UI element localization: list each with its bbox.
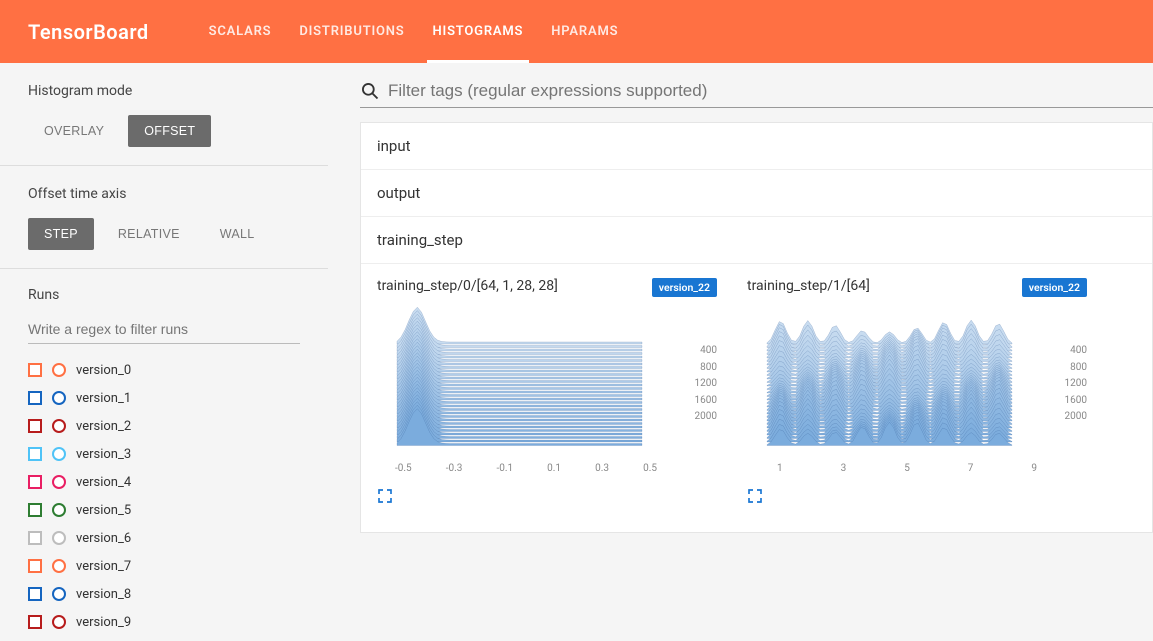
run-radio[interactable] <box>52 363 66 377</box>
run-name-label: version_5 <box>76 503 131 518</box>
run-item: version_5 <box>28 496 300 524</box>
run-checkbox[interactable] <box>28 531 42 545</box>
search-icon <box>360 81 380 101</box>
tab-hparams[interactable]: HPARAMS <box>551 0 618 63</box>
run-radio[interactable] <box>52 419 66 433</box>
run-radio[interactable] <box>52 475 66 489</box>
run-item: version_1 <box>28 384 300 412</box>
run-checkbox[interactable] <box>28 587 42 601</box>
histogram-mode-section: Histogram mode OVERLAY OFFSET <box>0 63 328 165</box>
fullscreen-icon <box>747 488 763 504</box>
run-checkbox[interactable] <box>28 503 42 517</box>
run-name-label: version_8 <box>76 587 131 602</box>
charts-row: training_step/0/[64, 1, 28, 28] version_… <box>361 264 1152 532</box>
run-name-label: version_9 <box>76 615 131 630</box>
run-radio[interactable] <box>52 559 66 573</box>
y-axis-labels: 400 800 1200 1600 2000 <box>667 344 717 424</box>
run-radio[interactable] <box>52 615 66 629</box>
offset-axis-section: Offset time axis STEP RELATIVE WALL <box>0 166 328 268</box>
run-radio[interactable] <box>52 391 66 405</box>
run-name-label: version_2 <box>76 419 131 434</box>
expand-chart-button[interactable] <box>377 488 717 508</box>
run-item: version_4 <box>28 468 300 496</box>
run-checkbox[interactable] <box>28 615 42 629</box>
run-checkbox[interactable] <box>28 475 42 489</box>
runs-filter-input[interactable] <box>28 315 300 344</box>
run-item: version_9 <box>28 608 300 636</box>
run-item: version_7 <box>28 552 300 580</box>
app-header: TensorBoard SCALARS DISTRIBUTIONS HISTOG… <box>0 0 1153 63</box>
runs-filter <box>28 315 300 344</box>
fullscreen-icon <box>377 488 393 504</box>
run-item: version_10 <box>28 636 300 641</box>
sidebar: Histogram mode OVERLAY OFFSET Offset tim… <box>0 63 328 641</box>
run-name-label: version_6 <box>76 531 131 546</box>
chart-card-0: training_step/0/[64, 1, 28, 28] version_… <box>377 278 717 508</box>
run-checkbox[interactable] <box>28 447 42 461</box>
run-checkbox[interactable] <box>28 363 42 377</box>
runs-label: Runs <box>0 269 328 315</box>
run-radio[interactable] <box>52 531 66 545</box>
histogram-plot-0: 400 800 1200 1600 2000 -0.5 -0.3 -0.1 0.… <box>377 304 717 474</box>
brand-logo: TensorBoard <box>28 20 149 44</box>
tag-filter-row <box>360 81 1153 108</box>
nav-tabs: SCALARS DISTRIBUTIONS HISTOGRAMS HPARAMS <box>209 0 619 63</box>
run-badge: version_22 <box>1022 278 1087 297</box>
offset-axis-label: Offset time axis <box>28 186 300 202</box>
tab-histograms[interactable]: HISTOGRAMS <box>433 0 524 63</box>
run-radio[interactable] <box>52 503 66 517</box>
run-checkbox[interactable] <box>28 559 42 573</box>
run-radio[interactable] <box>52 587 66 601</box>
wall-button[interactable]: WALL <box>204 218 271 250</box>
overlay-button[interactable]: OVERLAY <box>28 115 120 147</box>
run-name-label: version_0 <box>76 363 131 378</box>
relative-button[interactable]: RELATIVE <box>102 218 196 250</box>
x-axis-labels: 1 3 5 7 9 <box>777 463 1037 474</box>
run-list: version_0 version_1 version_2 version_3vers… <box>0 356 328 641</box>
run-checkbox[interactable] <box>28 391 42 405</box>
histogram-mode-label: Histogram mode <box>28 83 300 99</box>
histogram-plot-1: 400 800 1200 1600 2000 1 3 5 7 9 <box>747 304 1087 474</box>
sections-card: input output training_step training_step… <box>360 122 1153 533</box>
run-name-label: version_3 <box>76 447 131 462</box>
run-item: version_2 <box>28 412 300 440</box>
run-name-label: version_4 <box>76 475 131 490</box>
run-radio[interactable] <box>52 447 66 461</box>
offset-button[interactable]: OFFSET <box>128 115 211 147</box>
chart-card-1: training_step/1/[64] version_22 400 800 … <box>747 278 1087 508</box>
y-axis-labels: 400 800 1200 1600 2000 <box>1037 344 1087 424</box>
section-input[interactable]: input <box>361 123 1152 170</box>
tag-filter-input[interactable] <box>388 81 1153 101</box>
main-panel: input output training_step training_step… <box>328 63 1153 641</box>
step-button[interactable]: STEP <box>28 218 94 250</box>
tab-scalars[interactable]: SCALARS <box>209 0 272 63</box>
expand-chart-button[interactable] <box>747 488 1087 508</box>
run-item: version_0 <box>28 356 300 384</box>
run-item: version_6 <box>28 524 300 552</box>
section-output[interactable]: output <box>361 170 1152 217</box>
x-axis-labels: -0.5 -0.3 -0.1 0.1 0.3 0.5 <box>395 463 657 474</box>
run-item: version_3 <box>28 440 300 468</box>
run-checkbox[interactable] <box>28 419 42 433</box>
run-name-label: version_7 <box>76 559 131 574</box>
section-training-step[interactable]: training_step <box>361 217 1152 264</box>
run-name-label: version_1 <box>76 391 131 406</box>
run-badge: version_22 <box>652 278 717 297</box>
tab-distributions[interactable]: DISTRIBUTIONS <box>299 0 404 63</box>
run-item: version_8 <box>28 580 300 608</box>
